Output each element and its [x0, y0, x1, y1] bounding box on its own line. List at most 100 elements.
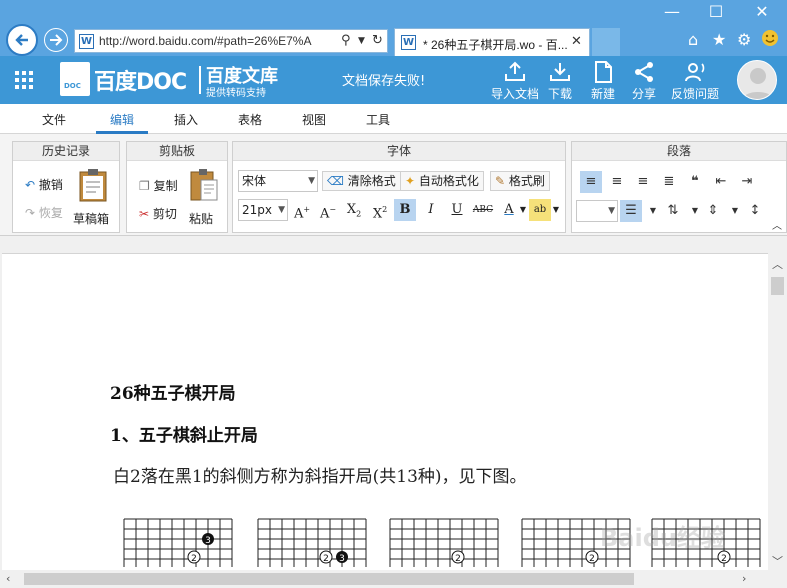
tab-tools[interactable]: 工具 [366, 111, 390, 128]
superscript-icon[interactable]: X2 [369, 199, 391, 221]
document-paragraph: 白2落在黑1的斜侧方称为斜指开局(共13种)，见下图。 [113, 467, 527, 487]
user-silhouette-icon [742, 68, 774, 99]
smiley-icon[interactable] [761, 29, 779, 51]
clipboard-group-title: 剪贴板 [127, 142, 227, 161]
address-input[interactable]: http://word.baidu.com/#path=26%E7%A [99, 34, 339, 48]
stone-label: 2 [455, 554, 461, 564]
gear-icon[interactable]: ⚙ [737, 30, 751, 49]
address-bar[interactable]: W http://word.baidu.com/#path=26%E7%A ⚲ … [74, 29, 388, 53]
download-button[interactable]: 下载 [540, 56, 580, 104]
page-favicon-icon: W [79, 34, 94, 49]
new-tab-button[interactable] [592, 28, 620, 56]
tab-table[interactable]: 表格 [238, 111, 262, 128]
horizontal-scrollbar[interactable]: ‹ › [0, 570, 768, 588]
cut-button[interactable]: ✂ 剪切 [139, 205, 177, 222]
history-group: 历史记录 ↶ 撤销 ↷ 恢复 草稿箱 [12, 141, 120, 233]
undo-button[interactable]: ↶ 撤销 [25, 176, 63, 193]
copy-button[interactable]: ❐ 复制 [139, 177, 178, 194]
align-right-icon[interactable]: ≡ [632, 171, 654, 193]
line-spacing-icon[interactable]: ⇅ [662, 200, 684, 222]
numbered-list-icon[interactable]: ☰ [620, 200, 642, 222]
paragraph-group-title: 段落 [572, 142, 786, 161]
save-status: 文档保存失败! [342, 74, 426, 89]
spacing-icon[interactable]: ↕ [744, 200, 766, 222]
paragraph-group: 段落 ≡ ≡ ≡ ≣ ❝ ⇤ ⇥ ▼ ☰ ▼ ⇅ ▼ ⇕ ▼ ↕ ︿ [571, 141, 787, 233]
scroll-up-icon[interactable]: ︿ [772, 256, 783, 272]
back-button[interactable] [6, 24, 38, 56]
chevron-down-icon[interactable]: ▼ [724, 200, 746, 222]
list-style-select[interactable]: ▼ [576, 200, 618, 222]
home-icon[interactable]: ⌂ [688, 30, 698, 49]
feedback-button[interactable]: 反馈问题 [667, 56, 723, 104]
star-icon[interactable]: ★ [712, 30, 726, 49]
subscript-icon[interactable]: X2 [343, 199, 365, 221]
paste-button[interactable]: 粘贴 [187, 168, 221, 228]
align-justify-icon[interactable]: ≣ [658, 171, 680, 193]
scroll-right-icon[interactable]: › [742, 572, 746, 585]
tab-document[interactable]: W * 26种五子棋开局.wo - 百... ✕ [394, 28, 590, 56]
refresh-icon[interactable]: ↻ [372, 33, 383, 48]
scroll-down-icon[interactable]: ﹀ [772, 553, 783, 569]
paste-icon [190, 169, 218, 201]
font-size-select[interactable]: 21px ▼ [238, 199, 288, 221]
chevron-down-icon: ▼ [308, 176, 315, 186]
avatar[interactable] [737, 60, 777, 100]
horizontal-scroll-thumb[interactable] [24, 573, 634, 585]
close-window-button[interactable]: ✕ [740, 0, 784, 24]
doc-logo-icon: DOC [60, 62, 90, 96]
apps-grid-icon[interactable] [14, 70, 34, 90]
import-button[interactable]: 导入文档 [490, 56, 540, 104]
quote-icon[interactable]: ❝ [684, 171, 706, 193]
tab-edit[interactable]: 编辑 [110, 111, 134, 128]
address-dropdown-icon[interactable]: ▼ [358, 36, 365, 46]
format-painter-button[interactable]: ✎ 格式刷 [490, 171, 550, 191]
strikethrough-icon[interactable]: ABC [472, 199, 494, 221]
tab-file[interactable]: 文件 [42, 111, 66, 128]
tab-view[interactable]: 视图 [302, 111, 326, 128]
back-arrow-icon [15, 34, 28, 46]
bold-icon[interactable]: B [394, 199, 416, 221]
drafts-button[interactable]: 草稿箱 [73, 168, 113, 228]
clear-format-button[interactable]: ⌫ 清除格式 [322, 171, 401, 191]
tab-close-icon[interactable]: ✕ [571, 34, 582, 49]
font-group: 字体 宋体 ▼ ⌫ 清除格式 ✦ 自动格式化 ✎ 格式刷 21px ▼ A+ A… [232, 141, 566, 233]
new-doc-button[interactable]: 新建 [583, 56, 623, 104]
tab-insert[interactable]: 插入 [174, 111, 198, 128]
font-family-select[interactable]: 宋体 ▼ [238, 170, 318, 192]
vertical-scroll-thumb[interactable] [771, 277, 784, 295]
wenku-subtitle: 提供转码支持 [206, 88, 266, 99]
font-shrink-icon[interactable]: A− [317, 199, 339, 221]
font-group-title: 字体 [233, 142, 565, 161]
feedback-icon [685, 63, 705, 82]
stone-label: 2 [191, 554, 197, 564]
ribbon-collapse-icon[interactable]: ︿ [766, 216, 787, 238]
align-center-icon[interactable]: ≡ [606, 171, 628, 193]
brush-icon: ✎ [495, 174, 506, 188]
chevron-down-icon[interactable]: ▼ [642, 200, 664, 222]
document-heading: 1、五子棋斜止开局 [110, 426, 258, 446]
align-left-icon[interactable]: ≡ [580, 171, 602, 193]
vertical-scrollbar[interactable]: ︿ ﹀ [768, 253, 787, 571]
minimize-button[interactable]: — [650, 0, 694, 24]
chevron-down-icon[interactable]: ▼ [545, 199, 567, 221]
app-header: DOC 百度DOC 百度文库 提供转码支持 文档保存失败! 导入文档 下载 新建… [0, 56, 787, 104]
auto-format-button[interactable]: ✦ 自动格式化 [400, 171, 484, 191]
font-grow-icon[interactable]: A+ [291, 199, 313, 221]
scroll-left-icon[interactable]: ‹ [6, 572, 10, 585]
indent-icon[interactable]: ⇥ [736, 171, 758, 193]
search-icon[interactable]: ⚲ [341, 33, 351, 48]
browser-chrome: — ☐ ✕ W http://word.baidu.com/#path=26%E… [0, 0, 787, 56]
share-button[interactable]: 分享 [624, 56, 664, 104]
italic-icon[interactable]: I [420, 199, 442, 221]
outdent-icon[interactable]: ⇤ [710, 171, 732, 193]
share-icon [635, 62, 653, 82]
redo-button[interactable]: ↷ 恢复 [25, 204, 63, 221]
clipboard-icon [79, 169, 107, 202]
paragraph-spacing-icon[interactable]: ⇕ [702, 200, 724, 222]
underline-icon[interactable]: U [446, 199, 468, 221]
magic-wand-icon: ✦ [405, 174, 416, 188]
import-icon [505, 61, 525, 81]
maximize-button[interactable]: ☐ [694, 0, 738, 24]
logo-divider [199, 66, 201, 94]
forward-button[interactable] [44, 28, 68, 52]
